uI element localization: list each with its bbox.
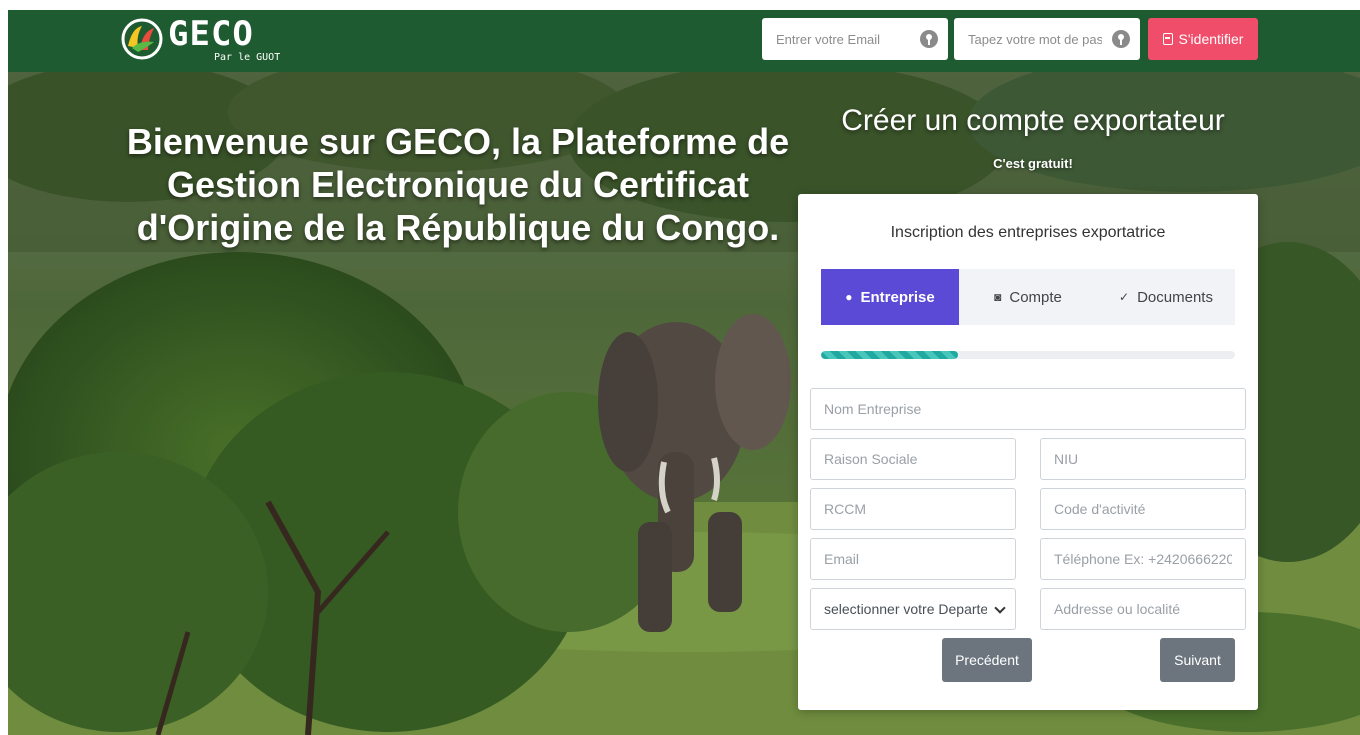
- login-icon: [1162, 33, 1173, 45]
- tab-label: Compte: [1009, 288, 1062, 306]
- tab-label: Documents: [1137, 288, 1213, 306]
- niu-input[interactable]: [1040, 438, 1246, 480]
- logo-text: GECO: [168, 14, 254, 54]
- login-button[interactable]: S'identifier: [1148, 18, 1258, 60]
- activity-code-input[interactable]: [1040, 488, 1246, 530]
- card-title: Inscription des entreprises exportatrice: [890, 224, 1166, 241]
- phone-input[interactable]: [1040, 538, 1246, 580]
- login-button-label: S'identifier: [1178, 31, 1244, 47]
- logo[interactable]: GECO Par le GUOT: [120, 14, 300, 66]
- logo-subtitle: Par le GUOT: [214, 52, 281, 63]
- company-name-input[interactable]: [810, 388, 1246, 430]
- tab-entreprise[interactable]: ● Entreprise: [821, 269, 959, 325]
- user-circle-icon: ●: [845, 290, 853, 304]
- company-legal-name-input[interactable]: [810, 438, 1016, 480]
- tab-documents[interactable]: ✓ Documents: [1097, 269, 1235, 325]
- navbar: GECO Par le GUOT S'identifier: [8, 10, 1360, 72]
- key-icon: [1112, 30, 1130, 48]
- key-icon: [920, 30, 938, 48]
- hero-title: Bienvenue sur GECO, la Plateforme de Ges…: [126, 121, 790, 249]
- tab-label: Entreprise: [860, 288, 935, 306]
- signup-card: Inscription des entreprises exportatrice…: [798, 194, 1258, 710]
- signup-title: Créer un compte exportateur: [841, 104, 1225, 137]
- tab-compte[interactable]: ◙ Compte: [959, 269, 1097, 325]
- previous-button[interactable]: Precédent: [942, 638, 1032, 682]
- check-circle-icon: ✓: [1119, 290, 1130, 304]
- rccm-input[interactable]: [810, 488, 1016, 530]
- progress-fill: [821, 351, 958, 359]
- progress-bar: [821, 351, 1235, 359]
- geco-logo-icon: [121, 18, 163, 60]
- address-input[interactable]: [1040, 588, 1246, 630]
- settings-circle-icon: ◙: [994, 290, 1002, 304]
- email-input[interactable]: [810, 538, 1016, 580]
- signup-subtitle: C'est gratuit!: [993, 156, 1073, 171]
- hero-section: Bienvenue sur GECO, la Plateforme de Ges…: [8, 72, 1360, 735]
- step-tabs: ● Entreprise ◙ Compte ✓ Documents: [821, 269, 1235, 325]
- page: GECO Par le GUOT S'identifier: [8, 0, 1360, 735]
- next-button[interactable]: Suivant: [1160, 638, 1235, 682]
- department-select[interactable]: selectionner votre Departement: [810, 588, 1016, 630]
